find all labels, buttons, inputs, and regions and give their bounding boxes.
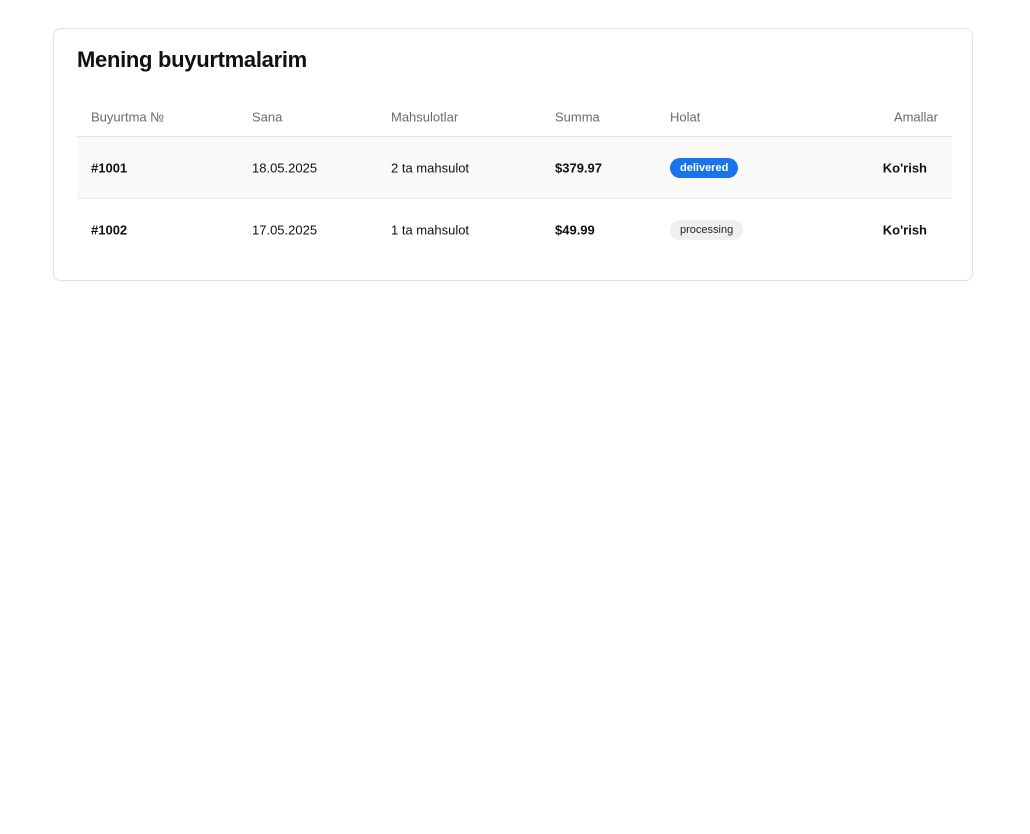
order-date: 17.05.2025 (252, 222, 318, 238)
status-badge: delivered (670, 157, 739, 178)
order-sum: $49.99 (555, 222, 595, 238)
column-header-date: Sana (252, 109, 283, 124)
column-header-products: Mahsulotlar (391, 109, 459, 124)
orders-table: Buyurtma № Sana Mahsulotlar Summa Holat … (77, 97, 952, 261)
column-header-sum: Summa (555, 109, 600, 124)
column-header-order-number: Buyurtma № (91, 109, 165, 124)
table-header-row: Buyurtma № Sana Mahsulotlar Summa Holat … (77, 97, 952, 137)
order-date: 18.05.2025 (252, 160, 318, 175)
order-products: 2 ta mahsulot (391, 160, 470, 175)
order-number: #1002 (91, 222, 128, 238)
order-products: 1 ta mahsulot (391, 222, 470, 238)
status-badge: processing (670, 220, 744, 240)
order-sum: $379.97 (555, 160, 602, 175)
column-header-status: Holat (670, 109, 701, 124)
order-status: processing (670, 220, 744, 240)
column-header-actions: Amallar (893, 109, 938, 124)
view-order-button[interactable]: Ko'rish (883, 160, 927, 175)
orders-card: Mening buyurtmalarim Buyurtma № Sana Mah… (53, 28, 973, 281)
page-title: Mening buyurtmalarim (77, 47, 307, 72)
order-status: delivered (670, 157, 739, 178)
order-number: #1001 (91, 160, 128, 175)
view-order-button[interactable]: Ko'rish (883, 223, 927, 238)
table-row: #1002 17.05.2025 1 ta mahsulot $49.99 pr… (77, 199, 952, 261)
table-row: #1001 18.05.2025 2 ta mahsulot $379.97 d… (77, 137, 952, 199)
